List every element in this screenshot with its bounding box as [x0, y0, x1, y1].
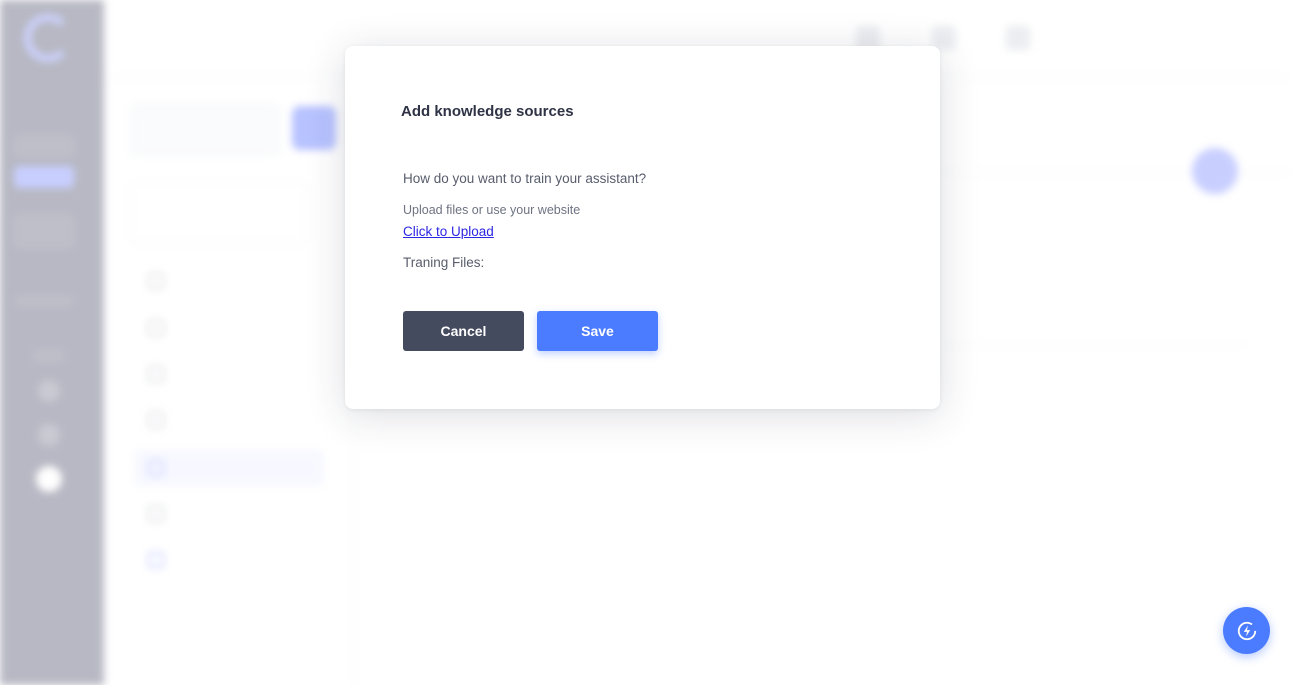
- click-to-upload-link[interactable]: Click to Upload: [403, 224, 494, 239]
- training-files-label: Traning Files:: [403, 255, 485, 270]
- quick-action-button[interactable]: [1223, 607, 1270, 654]
- lightning-bolt-icon: [1237, 621, 1256, 640]
- modal-title: Add knowledge sources: [401, 103, 574, 120]
- save-button[interactable]: Save: [537, 311, 658, 351]
- add-knowledge-sources-modal: Add knowledge sources How do you want to…: [345, 46, 940, 409]
- cancel-button[interactable]: Cancel: [403, 311, 524, 351]
- train-question-text: How do you want to train your assistant?: [403, 171, 647, 186]
- upload-hint-text: Upload files or use your website: [403, 203, 581, 217]
